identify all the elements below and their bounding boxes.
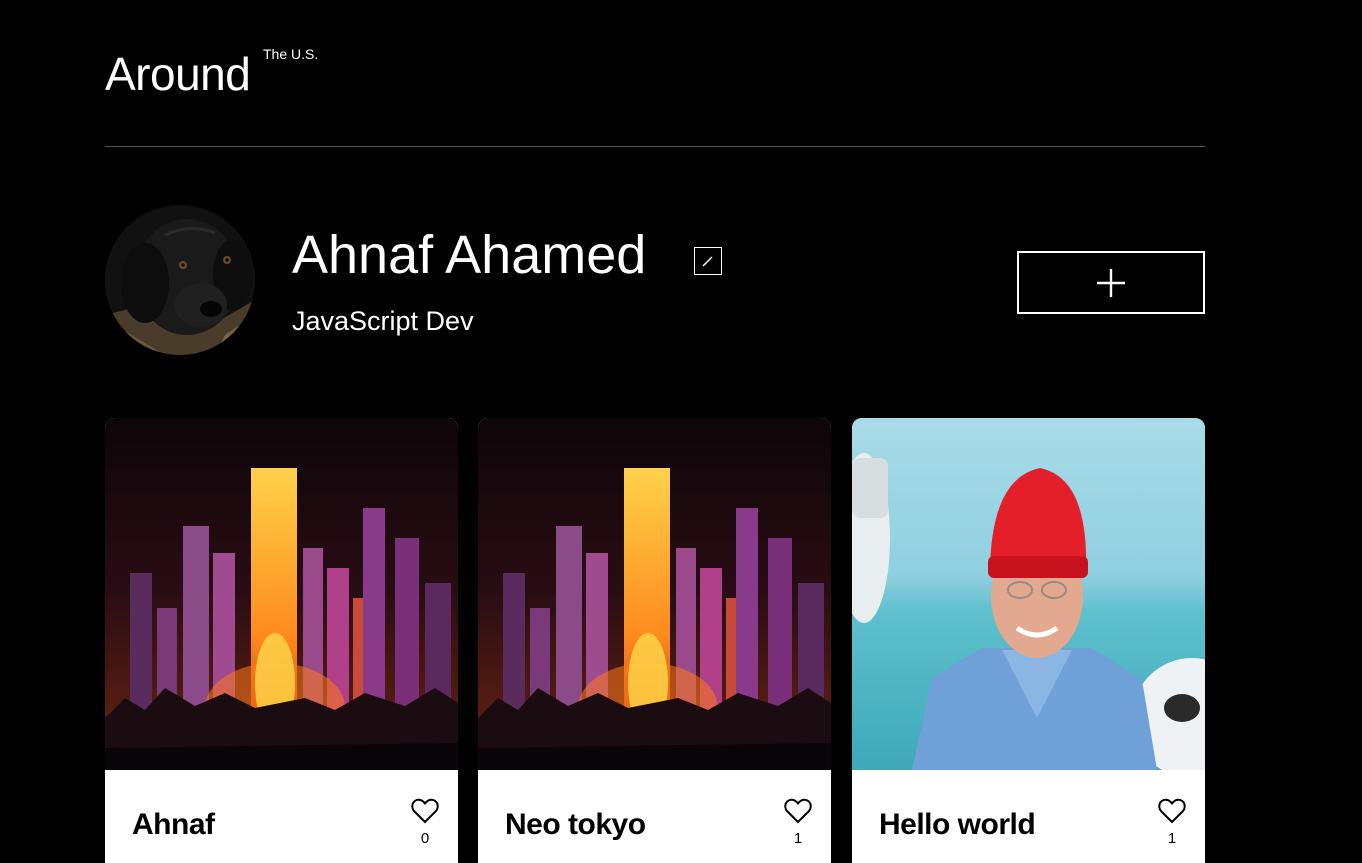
card-caption: Ahnaf 0 <box>105 770 458 863</box>
like-button[interactable] <box>1158 798 1186 824</box>
logo-superscript: The U.S. <box>263 46 319 62</box>
page: Around The U.S. Ahnaf Ahamed JavaScript … <box>0 0 1362 863</box>
like-button[interactable] <box>411 798 439 824</box>
card: Hello world 1 <box>852 418 1205 863</box>
add-card-button[interactable] <box>1017 251 1205 314</box>
man-red-hat-image <box>852 418 1205 770</box>
card-caption: Neo tokyo 1 <box>478 770 831 863</box>
neo-tokyo-city-image <box>105 418 458 770</box>
card-title: Ahnaf <box>132 808 215 841</box>
card-caption: Hello world 1 <box>852 770 1205 863</box>
heart-icon <box>784 798 812 824</box>
card-title: Neo tokyo <box>505 808 646 841</box>
dog-photo <box>105 205 255 355</box>
avatar[interactable] <box>105 205 255 355</box>
logo-text: Around <box>105 48 251 100</box>
profile-job: JavaScript Dev <box>292 306 474 336</box>
cards-grid: Ahnaf 0 Neo tokyo 1 Hello world 1 <box>105 418 1205 863</box>
heart-icon <box>411 798 439 824</box>
card-image[interactable] <box>105 418 458 770</box>
profile: Ahnaf Ahamed JavaScript Dev <box>105 205 1205 355</box>
card-image[interactable] <box>852 418 1205 770</box>
like-button[interactable] <box>784 798 812 824</box>
like-count: 1 <box>793 830 803 847</box>
like-count: 1 <box>1167 830 1177 847</box>
edit-profile-button[interactable] <box>694 247 722 275</box>
card-image[interactable] <box>478 418 831 770</box>
card-title: Hello world <box>879 808 1036 841</box>
heart-icon <box>1158 798 1186 824</box>
neo-tokyo-city-image <box>478 418 831 770</box>
like-count: 0 <box>420 830 430 847</box>
plus-icon <box>1097 268 1125 297</box>
card: Neo tokyo 1 <box>478 418 831 863</box>
pencil-icon <box>702 256 713 267</box>
card: Ahnaf 0 <box>105 418 458 863</box>
header: Around The U.S. <box>105 40 1205 147</box>
profile-name: Ahnaf Ahamed <box>292 225 647 285</box>
